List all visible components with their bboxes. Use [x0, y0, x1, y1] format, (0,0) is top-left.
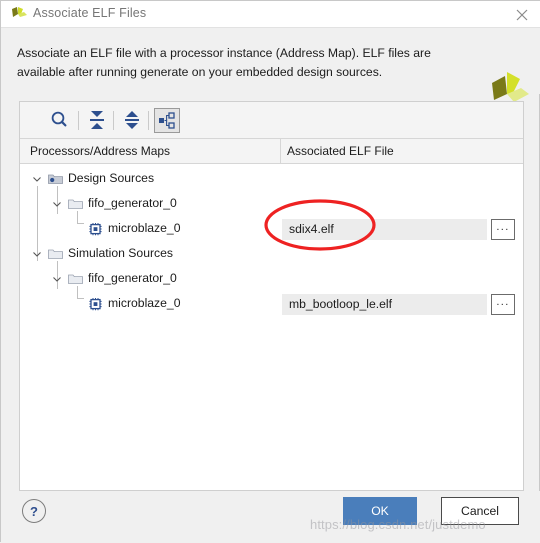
- column-header-elf-file[interactable]: Associated ELF File: [287, 144, 394, 158]
- table-column-header: Processors/Address Maps Associated ELF F…: [20, 139, 523, 164]
- ok-button[interactable]: OK: [343, 497, 417, 525]
- toolbar-separator: [78, 111, 79, 130]
- hierarchy-icon[interactable]: [154, 108, 180, 133]
- browse-elf-button[interactable]: ...: [491, 294, 515, 315]
- folder-design-sources-icon: [48, 172, 63, 186]
- title-bar: Associate ELF Files: [1, 1, 540, 28]
- xilinx-logo-icon: [10, 6, 28, 23]
- cancel-button[interactable]: Cancel: [441, 497, 519, 525]
- close-icon[interactable]: [511, 4, 533, 26]
- elf-file-value[interactable]: mb_bootloop_le.elf: [282, 294, 487, 315]
- table-row[interactable]: fifo_generator_0: [20, 192, 523, 217]
- dialog-header: Associate an ELF file with a processor i…: [1, 28, 540, 102]
- table-row[interactable]: fifo_generator_0: [20, 267, 523, 292]
- processor-chip-icon: [88, 297, 103, 311]
- expand-all-icon[interactable]: [119, 108, 145, 133]
- browse-elf-button[interactable]: ...: [491, 219, 515, 240]
- tree-node-label: Simulation Sources: [68, 246, 173, 260]
- associate-elf-files-dialog: Associate ELF Files Associate an ELF fil…: [0, 0, 540, 543]
- chevron-down-icon[interactable]: [52, 275, 62, 284]
- folder-icon: [68, 197, 83, 211]
- table-row[interactable]: microblaze_0 sdix4.elf ...: [20, 217, 523, 242]
- chevron-down-icon[interactable]: [32, 175, 42, 184]
- collapse-all-icon[interactable]: [84, 108, 110, 133]
- elf-file-value[interactable]: sdix4.elf: [282, 219, 487, 240]
- column-divider[interactable]: [280, 139, 281, 163]
- folder-icon: [48, 247, 63, 261]
- tree-node-label: microblaze_0: [108, 221, 181, 235]
- help-button[interactable]: ?: [22, 499, 46, 523]
- dialog-description: Associate an ELF file with a processor i…: [17, 46, 431, 79]
- tree-node-label: microblaze_0: [108, 296, 181, 310]
- elf-association-panel: Processors/Address Maps Associated ELF F…: [19, 101, 524, 491]
- tree-node-label: Design Sources: [68, 171, 155, 185]
- toolbar-separator: [148, 111, 149, 130]
- folder-icon: [68, 272, 83, 286]
- tree-node-label: fifo_generator_0: [88, 271, 177, 285]
- chevron-down-icon[interactable]: [52, 200, 62, 209]
- column-header-processors[interactable]: Processors/Address Maps: [30, 144, 170, 158]
- table-row[interactable]: Simulation Sources: [20, 242, 523, 267]
- panel-toolbar: [20, 102, 523, 139]
- table-row[interactable]: Design Sources: [20, 167, 523, 192]
- toolbar-separator: [113, 111, 114, 130]
- chevron-down-icon[interactable]: [32, 250, 42, 259]
- table-row[interactable]: microblaze_0 mb_bootloop_le.elf ...: [20, 292, 523, 317]
- search-icon[interactable]: [46, 108, 72, 133]
- window-title: Associate ELF Files: [33, 6, 147, 20]
- tree-view: Design Sources fifo_generator_0 microbla…: [20, 164, 523, 490]
- tree-node-label: fifo_generator_0: [88, 196, 177, 210]
- processor-chip-icon: [88, 222, 103, 236]
